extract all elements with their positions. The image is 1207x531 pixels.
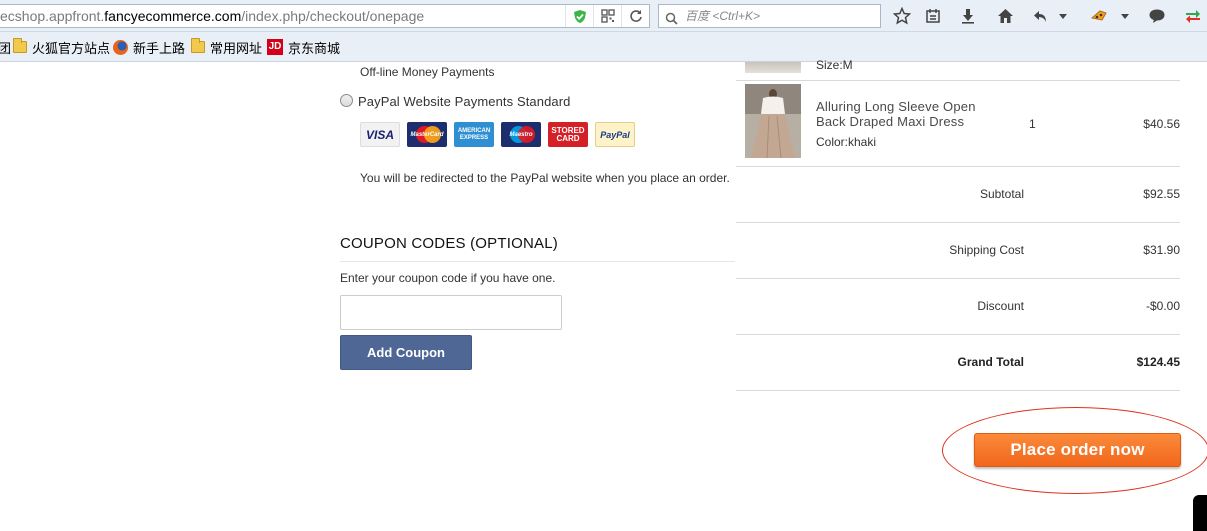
bookmark-label: 新手上路 [133, 40, 186, 56]
bookmark-label: 常用网址 [210, 40, 263, 56]
coupon-heading: COUPON CODES (OPTIONAL) [340, 235, 558, 252]
address-bar[interactable]: ecshop.appfront.fancyecommerce.com/index… [0, 4, 650, 28]
subtotal-value: $92.55 [1143, 187, 1180, 201]
paypal-redirect-note: You will be redirected to the PayPal web… [360, 171, 730, 185]
url-prefix: ecshop.appfront. [0, 8, 105, 24]
mastercard-icon: MasterCard [407, 122, 447, 147]
home-icon[interactable] [995, 6, 1015, 26]
amex-icon: AMERICAN EXPRESS [454, 122, 494, 147]
url-path: /index.php/checkout/onepage [241, 8, 425, 24]
bookmark-label: 京东商城 [288, 40, 341, 56]
download-icon[interactable] [958, 6, 978, 26]
folder-icon [191, 38, 205, 53]
paypal-icon: PayPal [595, 122, 635, 147]
screen-edge [1193, 495, 1207, 531]
paypal-radio[interactable] [340, 94, 353, 107]
discount-value: -$0.00 [1145, 299, 1180, 313]
browser-toolbar: ecshop.appfront.fancyecommerce.com/index… [0, 0, 1207, 32]
product-name[interactable]: Alluring Long Sleeve Open Back Draped Ma… [816, 99, 1006, 129]
url-icons [565, 5, 649, 27]
firefox-icon [113, 39, 128, 55]
add-coupon-button[interactable]: Add Coupon [340, 335, 472, 370]
chat-bubble-icon[interactable] [1147, 6, 1167, 26]
sync-arrows-icon[interactable] [1183, 6, 1203, 26]
shipping-label: Shipping Cost [949, 243, 1024, 257]
shipping-value: $31.90 [1143, 243, 1180, 257]
place-order-button[interactable]: Place order now [974, 433, 1181, 467]
addon-icon[interactable] [1089, 6, 1109, 26]
reading-list-icon[interactable] [923, 6, 943, 26]
grand-total-label: Grand Total [957, 355, 1024, 369]
product-price: $40.56 [1143, 117, 1180, 131]
divider [736, 222, 1180, 223]
maestro-icon: Maestro [501, 122, 541, 147]
divider [736, 80, 1180, 81]
coupon-code-input[interactable] [340, 295, 562, 330]
bookmark-item[interactable]: JD 京东商城 [267, 38, 340, 56]
visa-icon: VISA [360, 122, 400, 147]
coupon-help-text: Enter your coupon code if you have one. [340, 271, 556, 285]
folder-icon [13, 38, 27, 53]
bookmark-fragment[interactable]: 团 [0, 38, 11, 56]
paypal-payment-label[interactable]: PayPal Website Payments Standard [358, 94, 571, 109]
previous-item-thumbnail [745, 62, 801, 73]
search-placeholder: 百度 <Ctrl+K> [685, 9, 761, 23]
chevron-down-icon[interactable] [1119, 6, 1131, 26]
product-quantity: 1 [1029, 117, 1036, 131]
bookmark-fragment-label: 团 [0, 40, 12, 56]
accepted-cards: VISA MasterCard AMERICAN EXPRESS Maestro… [360, 122, 635, 147]
divider [340, 261, 735, 262]
grand-total-value: $124.45 [1136, 355, 1180, 369]
url-domain: fancyecommerce.com [104, 8, 242, 24]
previous-item-size: Size:M [816, 58, 853, 72]
product-color: Color:khaki [816, 135, 877, 149]
stored-card-icon: STORED CARD [548, 122, 588, 147]
reload-icon[interactable] [621, 5, 649, 27]
subtotal-label: Subtotal [979, 187, 1024, 201]
shield-check-icon[interactable] [565, 5, 593, 27]
divider [736, 166, 1180, 167]
back-undo-icon[interactable] [1031, 6, 1051, 26]
qr-code-icon[interactable] [593, 5, 621, 27]
bookmarks-bar: 团 火狐官方站点 新手上路 常用网址 JD 京东商城 [0, 32, 1207, 62]
bookmark-item[interactable]: 常用网址 [191, 38, 262, 56]
divider [736, 278, 1180, 279]
bookmark-item[interactable]: 新手上路 [113, 38, 185, 56]
search-icon [665, 10, 678, 32]
bookmark-star-icon[interactable] [892, 6, 912, 26]
discount-label: Discount [977, 299, 1024, 313]
divider [736, 390, 1180, 391]
chevron-down-icon[interactable] [1057, 6, 1069, 26]
bookmark-item[interactable]: 火狐官方站点 [13, 38, 110, 56]
search-box[interactable]: 百度 <Ctrl+K> [658, 4, 881, 28]
divider [736, 334, 1180, 335]
jd-icon: JD [267, 39, 283, 55]
product-thumbnail[interactable] [745, 84, 801, 158]
bookmark-label: 火狐官方站点 [32, 40, 111, 56]
offline-payment-label: Off-line Money Payments [360, 65, 495, 79]
